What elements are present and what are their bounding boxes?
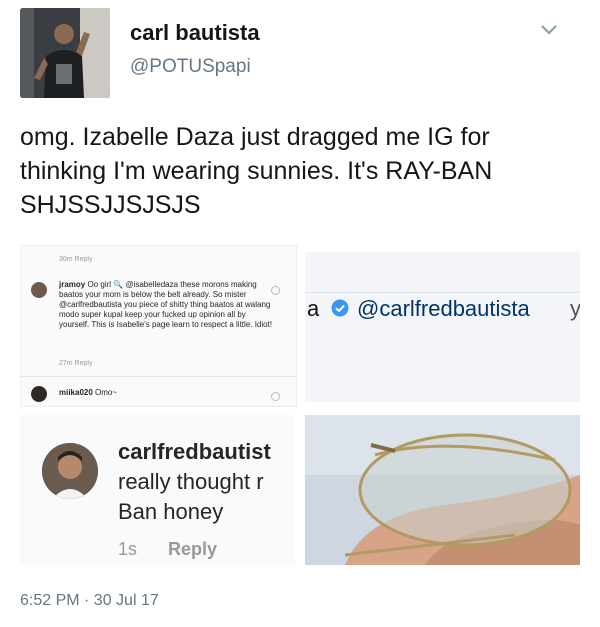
- caption-suffix: y: [570, 296, 580, 321]
- author-name[interactable]: carl bautista: [130, 20, 260, 46]
- sunglasses-photo[interactable]: [305, 415, 580, 565]
- reply-text-line: really thought r: [118, 469, 264, 494]
- chevron-down-icon[interactable]: [538, 18, 560, 40]
- comment-username: jramoy: [59, 280, 86, 289]
- verified-badge-icon: [331, 299, 349, 317]
- reply-button[interactable]: Reply: [168, 539, 217, 560]
- caption-prefix: a: [307, 296, 320, 321]
- mention-link[interactable]: @carlfredbautista: [357, 296, 530, 322]
- comment-text: jramoy Oo girl 🔍 @isabelledaza these mor…: [59, 280, 274, 330]
- tweet-text: omg. Izabelle Daza just dragged me IG fo…: [20, 123, 493, 219]
- tweet-timestamp[interactable]: 6:52 PM · 30 Jul 17: [20, 592, 159, 610]
- instagram-mention-image[interactable]: a @carlfredbautista y: [305, 252, 580, 402]
- comment-text: miika020 Omo~: [59, 388, 117, 398]
- divider: [21, 376, 296, 377]
- instagram-reply-image[interactable]: carlfredbautist really thought r Ban hon…: [20, 415, 295, 565]
- person-photo: [20, 8, 110, 98]
- instagram-comments-image[interactable]: 30m Reply jramoy Oo girl 🔍 @isabelledaza…: [20, 245, 297, 407]
- sunglasses-image: [305, 415, 580, 565]
- comment-meta: 27m Reply: [59, 360, 93, 367]
- comment-body: Omo~: [95, 388, 118, 397]
- comment-body: Oo girl 🔍 @isabelledaza these morons mak…: [59, 280, 273, 329]
- heart-icon: [271, 286, 280, 295]
- author-handle[interactable]: @POTUSpapi: [130, 56, 251, 78]
- author-avatar[interactable]: [20, 8, 110, 98]
- divider: [305, 292, 580, 293]
- reply-username[interactable]: carlfredbautist: [118, 439, 271, 465]
- reply-time: 1s: [118, 539, 138, 559]
- reply-text-line: Ban honey: [118, 499, 224, 524]
- avatar: [31, 282, 47, 298]
- comment-username: miika020: [59, 388, 93, 397]
- avatar: [31, 386, 47, 402]
- heart-icon: [271, 392, 280, 401]
- comment-meta: 30m Reply: [59, 256, 93, 263]
- avatar: [42, 443, 98, 499]
